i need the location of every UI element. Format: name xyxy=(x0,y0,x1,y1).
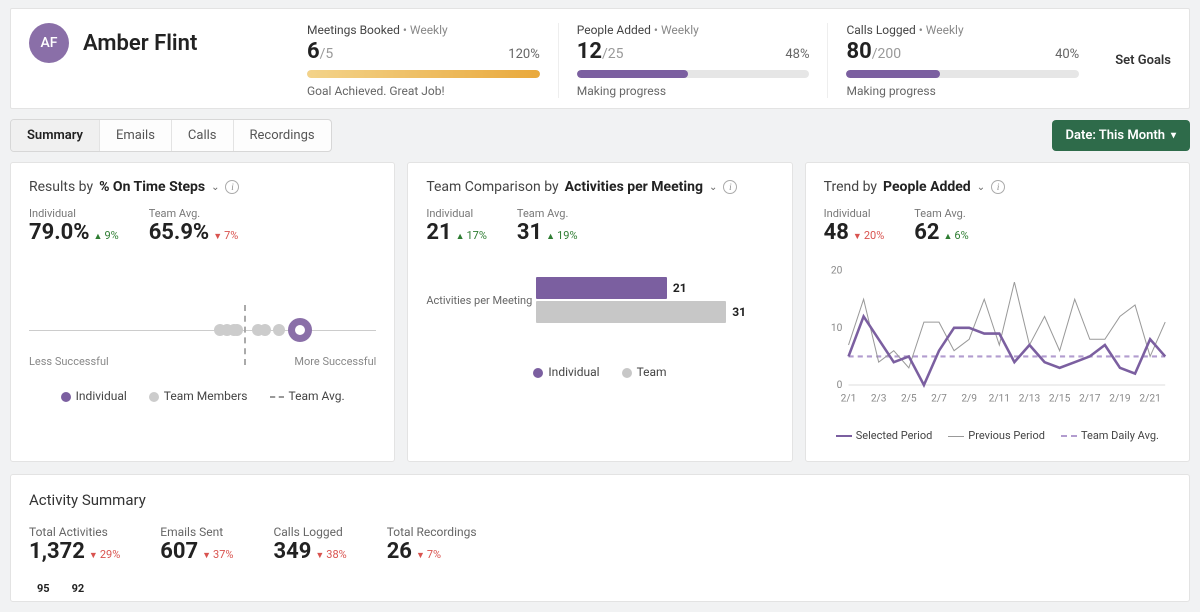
metric-individual: Individual 79.0%▲9% xyxy=(29,207,119,245)
goal-title: Calls Logged xyxy=(846,23,915,37)
info-icon[interactable]: i xyxy=(991,180,1005,194)
chevron-down-icon[interactable]: ⌄ xyxy=(709,182,717,193)
svg-text:2/1: 2/1 xyxy=(840,393,856,404)
goal-note: Goal Achieved. Great Job! xyxy=(307,84,540,98)
user-goals-header: AF Amber Flint Meetings Booked • Weekly … xyxy=(10,8,1190,109)
tab-summary[interactable]: Summary xyxy=(11,120,100,151)
tab-calls[interactable]: Calls xyxy=(172,120,234,151)
svg-text:2/13: 2/13 xyxy=(1018,393,1040,404)
activity-summary-card: Activity Summary Total Activities 1,372▼… xyxy=(10,474,1190,602)
activity-summary-title: Activity Summary xyxy=(29,491,1171,509)
goal-note: Making progress xyxy=(577,84,810,98)
trend-line-chart: 0 10 20 2/1 2/3 2/5 2/7 2/9 2/11 2/13 2/15 2/17 2/19… xyxy=(824,261,1171,411)
goal-period: Weekly xyxy=(410,23,448,37)
activity-metrics-row: Total Activities 1,372▼29% Emails Sent 6… xyxy=(29,525,1171,564)
goal-value: 6 xyxy=(307,39,320,64)
goal-target: /200 xyxy=(872,46,901,62)
svg-text:2/11: 2/11 xyxy=(988,393,1009,404)
chevron-down-icon: ▾ xyxy=(1171,130,1176,141)
metric-calls-logged: Calls Logged 349▼38% xyxy=(273,525,346,564)
goal-value: 12 xyxy=(577,39,602,64)
goal-progress-bar xyxy=(307,70,540,78)
metric-team-avg: Team Avg. 31▲19% xyxy=(517,207,578,245)
axis-label-less: Less Successful xyxy=(29,355,109,368)
goal-target: /5 xyxy=(320,46,334,62)
goal-calls-logged: Calls Logged • Weekly 80/200 40% Making … xyxy=(827,23,1097,98)
chevron-down-icon[interactable]: ⌄ xyxy=(211,182,219,193)
card-team-comparison: Team Comparison by Activities per Meetin… xyxy=(407,162,792,462)
metric-individual: Individual 48▼20% xyxy=(824,207,885,245)
mini-chart-labels: 95 92 xyxy=(37,582,1171,595)
svg-text:2/7: 2/7 xyxy=(931,393,947,404)
svg-text:2/5: 2/5 xyxy=(901,393,917,404)
info-icon[interactable]: i xyxy=(225,180,239,194)
svg-text:10: 10 xyxy=(831,323,843,334)
goal-period: Weekly xyxy=(661,23,699,37)
svg-text:2/15: 2/15 xyxy=(1049,393,1071,404)
goal-percent: 120% xyxy=(508,47,539,62)
goal-people-added: People Added • Weekly 12/25 48% Making p… xyxy=(558,23,828,98)
card-results: Results by % On Time Steps⌄ i Individual… xyxy=(10,162,395,462)
legend: Individual Team xyxy=(426,365,773,379)
svg-text:2/3: 2/3 xyxy=(870,393,886,404)
date-range-button[interactable]: Date: This Month ▾ xyxy=(1052,120,1190,151)
metric-emails-sent: Emails Sent 607▼37% xyxy=(160,525,233,564)
metric-team-avg: Team Avg. 62▲6% xyxy=(914,207,968,245)
chevron-down-icon[interactable]: ⌄ xyxy=(977,182,985,193)
results-dotplot: Less Successful More Successful xyxy=(29,285,376,375)
goal-title: People Added xyxy=(577,23,651,37)
metric-team-avg: Team Avg. 65.9%▼7% xyxy=(149,207,239,245)
set-goals-button[interactable]: Set Goals xyxy=(1097,53,1171,68)
svg-text:2/9: 2/9 xyxy=(961,393,977,404)
svg-text:2/19: 2/19 xyxy=(1109,393,1131,404)
date-range-label: Date: This Month xyxy=(1066,128,1165,143)
goals-container: Meetings Booked • Weekly 6/5 120% Goal A… xyxy=(289,23,1097,98)
tab-row: Summary Emails Calls Recordings Date: Th… xyxy=(0,119,1200,152)
svg-text:20: 20 xyxy=(831,266,843,277)
goal-percent: 40% xyxy=(1055,47,1079,62)
goal-target: /25 xyxy=(602,46,624,62)
card-trend: Trend by People Added⌄ i Individual 48▼2… xyxy=(805,162,1190,462)
goal-value: 80 xyxy=(846,39,871,64)
goal-note: Making progress xyxy=(846,84,1079,98)
svg-text:2/17: 2/17 xyxy=(1079,393,1101,404)
metric-total-activities: Total Activities 1,372▼29% xyxy=(29,525,120,564)
metric-individual: Individual 21▲17% xyxy=(426,207,487,245)
goal-period: Weekly xyxy=(926,23,964,37)
axis-label-more: More Successful xyxy=(294,355,376,368)
goal-percent: 48% xyxy=(785,47,809,62)
svg-text:2/21: 2/21 xyxy=(1139,393,1160,404)
goal-progress-bar xyxy=(577,70,810,78)
metric-total-recordings: Total Recordings 26▼7% xyxy=(387,525,477,564)
user-block: AF Amber Flint xyxy=(29,23,289,63)
tab-emails[interactable]: Emails xyxy=(100,120,172,151)
avatar: AF xyxy=(29,23,69,63)
user-name: Amber Flint xyxy=(83,31,197,56)
info-icon[interactable]: i xyxy=(723,180,737,194)
comparison-bars: Activities per Meeting 21 31 xyxy=(426,275,773,325)
card-title: Team Comparison by Activities per Meetin… xyxy=(426,179,773,195)
tab-recordings[interactable]: Recordings xyxy=(234,120,331,151)
cards-row: Results by % On Time Steps⌄ i Individual… xyxy=(0,162,1200,474)
goal-title: Meetings Booked xyxy=(307,23,400,37)
svg-text:0: 0 xyxy=(836,380,842,391)
legend: Individual Team Members Team Avg. xyxy=(29,389,376,403)
card-title: Results by % On Time Steps⌄ i xyxy=(29,179,376,195)
card-title: Trend by People Added⌄ i xyxy=(824,179,1171,195)
tabs: Summary Emails Calls Recordings xyxy=(10,119,332,152)
legend: Selected Period Previous Period Team Dai… xyxy=(824,429,1171,442)
goal-meetings-booked: Meetings Booked • Weekly 6/5 120% Goal A… xyxy=(289,23,558,98)
goal-progress-bar xyxy=(846,70,1079,78)
